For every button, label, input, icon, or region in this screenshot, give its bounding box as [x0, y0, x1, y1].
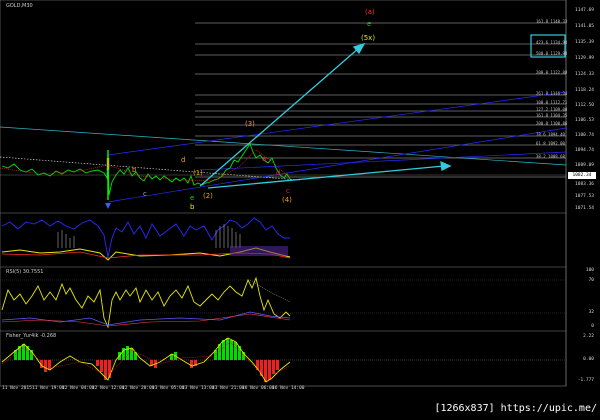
fib-label: 261.8 1116.34 [536, 91, 568, 96]
current-price-badge: 1082.34 [568, 172, 596, 179]
fisher-pane-title: Fisher_Yur4ik -0.268 [6, 333, 57, 339]
fib-label: 61.8 1092.00 [536, 141, 565, 146]
time-axis-label: 12 Nov 20:00 [122, 386, 155, 391]
time-axis-label: 16 Nov 14:00 [272, 386, 305, 391]
price-axis-label: 1147.69 [575, 8, 594, 13]
fisher-axis-label: 2.22 [583, 334, 594, 339]
fib-label: 200.0 1100.86 [536, 121, 568, 126]
fib-label: 127.2 1109.08 [536, 107, 568, 112]
time-axis-label: 13 Nov 13:00 [182, 386, 215, 391]
price-axis-label: 1106.53 [575, 118, 594, 123]
time-axis-label: 13 Nov 21:00 [212, 386, 245, 391]
rsi-axis-label: 70 [588, 278, 594, 283]
price-axis-label: 1089.09 [575, 163, 594, 168]
price-axis-label: 1129.99 [575, 56, 594, 61]
wave-label-3: (3) [245, 120, 255, 128]
price-axis-label: 1094.74 [575, 148, 594, 153]
time-axis-label: 12 Nov 04:00 [62, 386, 95, 391]
time-axis-label: 12 Nov 12:00 [92, 386, 125, 391]
rsi-axis-label: 0 [591, 324, 594, 329]
time-axis-label: 13 Nov 05:00 [152, 386, 185, 391]
fib-label: 161.8 1140.33 [536, 19, 568, 24]
fib-label: 38.2 1088.68 [536, 154, 565, 159]
wave-label-a: (a) [365, 8, 375, 16]
fib-label: 100.0 1112.71 [536, 100, 568, 105]
fib-label: 423.6 1134.94 [536, 40, 568, 45]
price-axis-label: 1112.50 [575, 103, 594, 108]
price-axis-label: 1118.24 [575, 88, 594, 93]
wave-label-e-top: e [367, 20, 372, 28]
chart-canvas[interactable] [0, 0, 600, 416]
wave-label-c-small: c [286, 187, 290, 195]
main-pane-title: GOLD,M30 [6, 3, 33, 9]
fib-label: 500.0 1129.98 [536, 51, 568, 56]
wave-label-1: (1) [193, 169, 203, 177]
fib-label: 78.6 1094.40 [536, 132, 565, 137]
wave-label-4: (4) [282, 196, 292, 204]
price-axis-label: 1077.53 [575, 194, 594, 199]
wave-label-d: d [181, 156, 186, 164]
wave-label-d-small: d [276, 169, 281, 177]
time-axis-label: 16 Nov 06:00 [242, 386, 275, 391]
chart-window[interactable]: GOLD,M30 RSI(5) 30.7551 Fisher_Yur4ik -0… [0, 0, 600, 416]
price-axis-label: 1141.05 [575, 24, 594, 29]
wave-label-5x: (5x) [361, 34, 376, 42]
price-axis-label: 1135.39 [575, 40, 594, 45]
fisher-axis-label: 0.00 [583, 357, 594, 362]
time-axis-label: 11 Nov 2015 [2, 386, 32, 391]
watermark: [1266x837] https://upic.me/ [431, 403, 600, 414]
rsi-pane-title: RSI(5) 30.7551 [6, 269, 44, 275]
wave-label-a-small: a [262, 155, 267, 163]
wave-label-b: b [132, 166, 137, 174]
rsi-axis-label: 32 [588, 310, 594, 315]
price-axis-label: 1083.36 [575, 182, 594, 187]
wave-label-e-low: e [190, 194, 195, 202]
fib-label: 161.8 1104.35 [536, 113, 568, 118]
time-axis-label: 11 Nov 19:00 [32, 386, 65, 391]
fisher-axis-label: -1.777 [577, 378, 594, 383]
chart-frame [0, 0, 567, 387]
fib-label: 200.0 1122.88 [536, 70, 568, 75]
price-axis-label: 1071.54 [575, 206, 594, 211]
rsi-axis-label: 100 [585, 268, 594, 273]
wave-label-c: c [143, 190, 147, 198]
price-axis-label: 1124.33 [575, 72, 594, 77]
wave-label-2: (2) [203, 192, 213, 200]
price-axis-label: 1100.74 [575, 133, 594, 138]
wave-label-b-low: b [190, 203, 195, 211]
